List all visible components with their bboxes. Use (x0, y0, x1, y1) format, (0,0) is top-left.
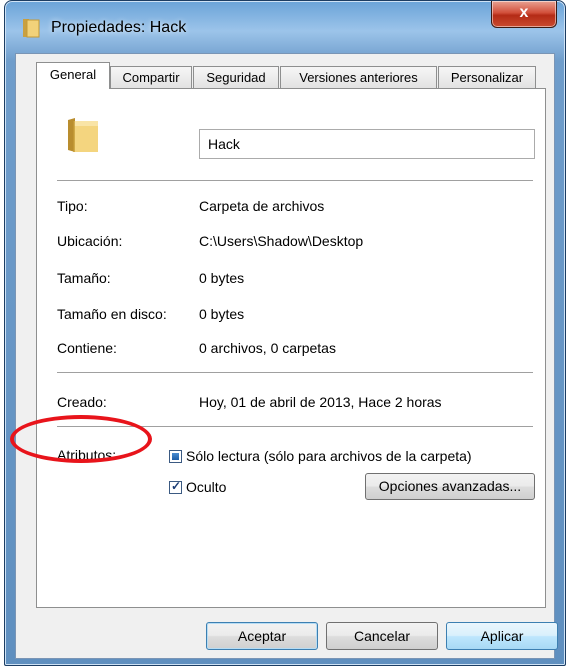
hidden-checkbox-row[interactable]: Oculto (169, 479, 226, 495)
properties-window: Propiedades: Hack x General Compartir Se… (4, 0, 566, 666)
separator (57, 180, 533, 181)
folder-icon (23, 19, 40, 38)
tamano-value: 0 bytes (199, 270, 245, 286)
hidden-checkbox-label: Oculto (186, 479, 227, 495)
dialog-client-area: General Compartir Seguridad Versiones an… (15, 53, 558, 659)
tamano-disco-value: 0 bytes (199, 306, 245, 322)
readonly-checkbox[interactable] (169, 449, 182, 463)
advanced-options-button[interactable]: Opciones avanzadas... (365, 473, 535, 500)
close-button[interactable]: x (491, 1, 557, 28)
close-icon: x (519, 4, 529, 21)
separator (57, 372, 533, 373)
tab-compartir[interactable]: Compartir (110, 66, 192, 88)
creado-label: Creado: (57, 394, 107, 410)
folder-name-input[interactable] (199, 129, 535, 159)
readonly-checkbox-label: Sólo lectura (sólo para archivos de la c… (186, 448, 472, 464)
tab-seguridad[interactable]: Seguridad (193, 66, 279, 88)
window-title: Propiedades: Hack (51, 19, 187, 36)
apply-button[interactable]: Aplicar (446, 622, 558, 650)
contiene-label: Contiene: (57, 340, 117, 356)
folder-icon (68, 118, 98, 152)
general-tab-panel: Tipo: Carpeta de archivos Ubicación: C:\… (36, 88, 546, 608)
tipo-label: Tipo: (57, 198, 88, 214)
separator (57, 426, 533, 427)
title-bar[interactable]: Propiedades: Hack x (5, 1, 565, 55)
ubicacion-label: Ubicación: (57, 233, 123, 249)
accept-button[interactable]: Aceptar (206, 622, 318, 650)
tab-versiones-anteriores[interactable]: Versiones anteriores (280, 66, 437, 88)
ubicacion-value: C:\Users\Shadow\Desktop (199, 233, 364, 249)
tab-general[interactable]: General (36, 62, 110, 89)
atributos-label: Atributos: (57, 447, 117, 463)
cancel-button[interactable]: Cancelar (326, 622, 438, 650)
tamano-label: Tamaño: (57, 270, 111, 286)
readonly-checkbox-row[interactable]: Sólo lectura (sólo para archivos de la c… (169, 448, 472, 464)
contiene-value: 0 archivos, 0 carpetas (199, 340, 336, 356)
hidden-checkbox[interactable] (169, 479, 182, 494)
creado-value: Hoy, 01 de abril de 2013, Hace 2 horas (199, 394, 442, 410)
tamano-disco-label: Tamaño en disco: (57, 306, 167, 322)
tipo-value: Carpeta de archivos (199, 198, 325, 214)
tab-personalizar[interactable]: Personalizar (438, 66, 536, 88)
